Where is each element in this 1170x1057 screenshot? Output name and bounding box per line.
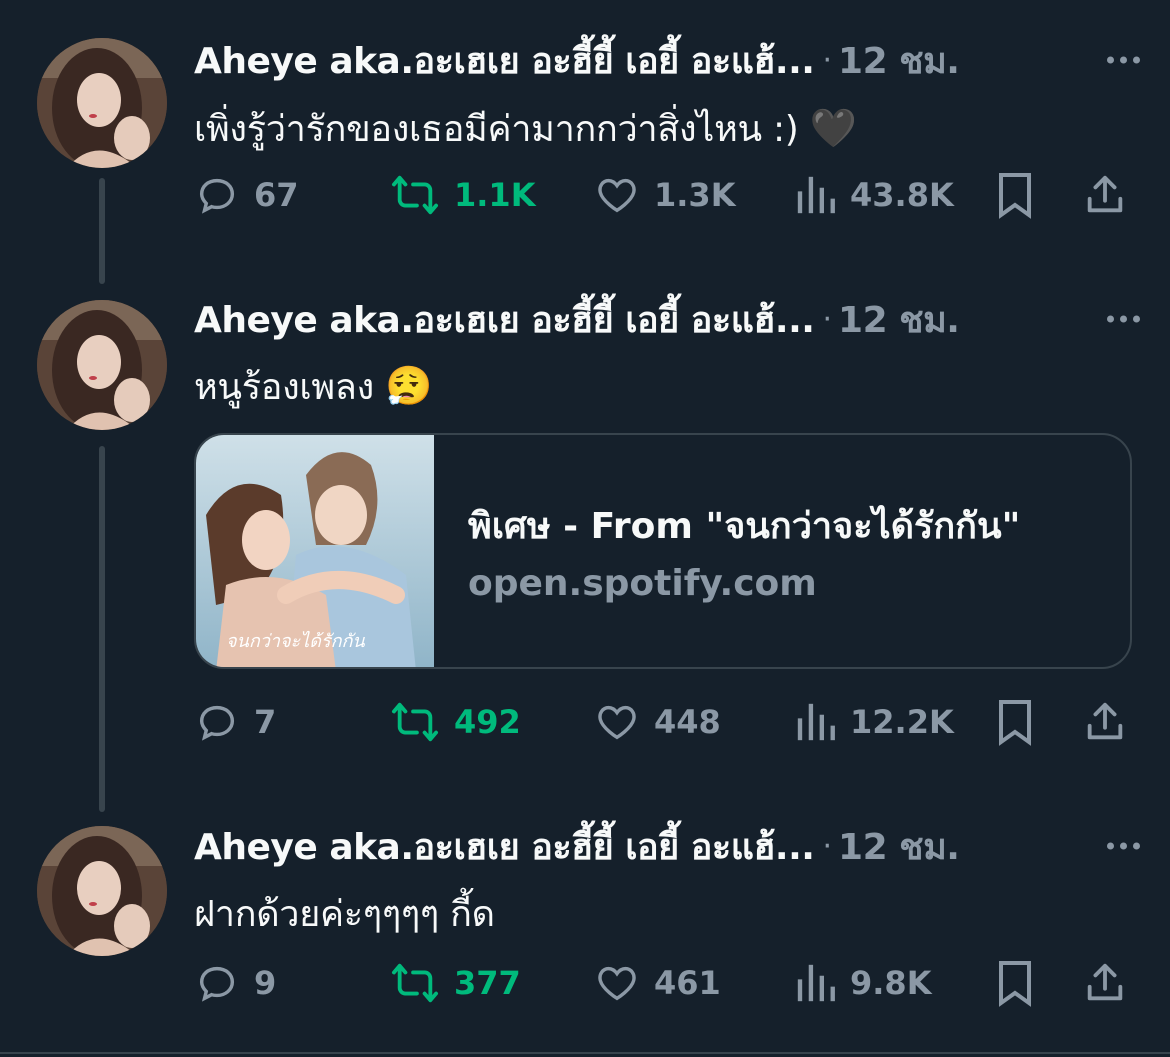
author-name[interactable]: Aheye aka.อะเฮเย อะฮี้ยี้ เอยี้ อะแฮ้... [194, 818, 815, 875]
thread-line [99, 446, 105, 812]
separator-dot: · [822, 42, 833, 78]
heart-icon [598, 966, 636, 1001]
avatar[interactable] [37, 300, 167, 430]
tweet-emoji: 🖤 [809, 106, 857, 150]
share-upload-icon [1087, 175, 1123, 213]
bookmark-button[interactable] [994, 958, 1036, 1008]
reply-button[interactable]: 7 [194, 697, 276, 747]
bar-chart-icon [797, 964, 835, 1002]
thread-line [99, 178, 105, 284]
timestamp[interactable]: 12 ชม. [838, 818, 960, 875]
retweet-arrows-icon [391, 702, 438, 742]
retweet-arrows-icon [391, 963, 438, 1003]
reply-count: 9 [254, 964, 277, 1002]
tweet-text-body: เพิ่งรู้ว่ารักของเธอมีค่ามากกว่าสิ่งไหน … [194, 109, 799, 150]
views-button[interactable]: 43.8K [796, 170, 954, 220]
tweet-emoji: 😮‍💨 [385, 364, 433, 408]
like-count: 448 [654, 703, 721, 741]
retweet-arrows-icon [391, 175, 438, 215]
tweet-text: หนูร้องเพลง 😮‍💨 [194, 358, 432, 415]
bookmark-icon [999, 173, 1031, 219]
card-domain: open.spotify.com [468, 563, 817, 604]
heart-icon [598, 705, 636, 740]
like-count: 461 [654, 964, 721, 1002]
author-name[interactable]: Aheye aka.อะเฮเย อะฮี้ยี้ เอยี้ อะแฮ้... [194, 32, 815, 89]
card-title: พิเศษ - From "จนกว่าจะได้รักกัน" [468, 506, 1021, 547]
reply-button[interactable]: 9 [194, 958, 276, 1008]
tweet-header: Aheye aka.อะเฮเย อะฮี้ยี้ เอยี้ อะแฮ้...… [194, 35, 1150, 85]
reply-button[interactable]: 67 [194, 170, 299, 220]
like-button[interactable]: 461 [594, 958, 721, 1008]
share-button[interactable] [1082, 958, 1128, 1008]
bookmark-icon [999, 961, 1031, 1007]
bookmark-icon [999, 700, 1031, 746]
more-dots-icon[interactable] [1107, 315, 1140, 323]
views-count: 9.8K [850, 964, 932, 1002]
views-button[interactable]: 12.2K [796, 697, 954, 747]
tweet-actions: 9 377 461 9.8K [194, 958, 1134, 1008]
bookmark-button[interactable] [994, 170, 1036, 220]
views-button[interactable]: 9.8K [796, 958, 931, 1008]
views-count: 43.8K [850, 176, 954, 214]
heart-icon [598, 178, 636, 213]
retweet-button[interactable]: 492 [390, 697, 521, 747]
separator-dot: · [822, 828, 833, 864]
retweet-count: 492 [454, 703, 521, 741]
tweet-text: เพิ่งรู้ว่ารักของเธอมีค่ามากกว่าสิ่งไหน … [194, 100, 857, 157]
bookmark-button[interactable] [994, 697, 1036, 747]
tweet-actions: 7 492 448 12.2K [194, 697, 1134, 747]
tweet-actions: 67 1.1K 1.3K 43.8K [194, 170, 1134, 220]
tweet-text-body: หนูร้องเพลง [194, 367, 374, 408]
tweet-header: Aheye aka.อะเฮเย อะฮี้ยี้ เอยี้ อะแฮ้...… [194, 294, 1150, 344]
share-button[interactable] [1082, 170, 1128, 220]
share-upload-icon [1087, 702, 1123, 740]
more-dots-icon[interactable] [1107, 56, 1140, 64]
speech-bubble-icon [199, 705, 235, 741]
tweet-header: Aheye aka.อะเฮเย อะฮี้ยี้ เอยี้ อะแฮ้...… [194, 821, 1150, 871]
like-button[interactable]: 448 [594, 697, 721, 747]
like-button[interactable]: 1.3K [594, 170, 735, 220]
views-count: 12.2K [850, 703, 954, 741]
album-art-caption: จนกว่าจะได้รักกัน [226, 630, 365, 652]
share-upload-icon [1087, 963, 1123, 1001]
timestamp[interactable]: 12 ชม. [838, 291, 960, 348]
link-card[interactable]: จนกว่าจะได้รักกัน พิเศษ - From "จนกว่าจะ… [194, 433, 1132, 669]
author-name[interactable]: Aheye aka.อะเฮเย อะฮี้ยี้ เอยี้ อะแฮ้... [194, 291, 815, 348]
timestamp[interactable]: 12 ชม. [838, 32, 960, 89]
bar-chart-icon [797, 703, 835, 741]
reply-count: 67 [254, 176, 299, 214]
separator-dot: · [822, 301, 833, 337]
divider [0, 1052, 1170, 1054]
album-art-thumbnail: จนกว่าจะได้รักกัน [196, 435, 434, 667]
like-count: 1.3K [654, 176, 736, 214]
retweet-count: 1.1K [454, 176, 536, 214]
bar-chart-icon [797, 176, 835, 214]
tweet-text: ฝากด้วยค่ะๆๆๆๆ กี้ด [194, 885, 495, 942]
tweet-text-body: ฝากด้วยค่ะๆๆๆๆ กี้ด [194, 894, 495, 935]
avatar[interactable] [37, 826, 167, 956]
retweet-count: 377 [454, 964, 521, 1002]
speech-bubble-icon [199, 966, 235, 1002]
more-dots-icon[interactable] [1107, 842, 1140, 850]
speech-bubble-icon [199, 178, 235, 214]
share-button[interactable] [1082, 697, 1128, 747]
reply-count: 7 [254, 703, 277, 741]
retweet-button[interactable]: 1.1K [390, 170, 535, 220]
retweet-button[interactable]: 377 [390, 958, 521, 1008]
avatar[interactable] [37, 38, 167, 168]
